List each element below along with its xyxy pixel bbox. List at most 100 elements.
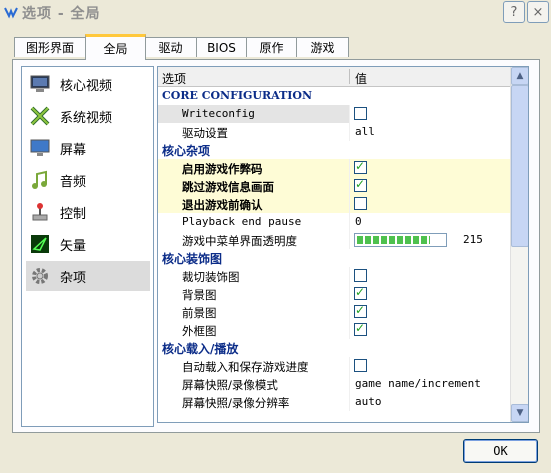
column-header-option[interactable]: 选项 bbox=[162, 70, 186, 87]
options-table: 选项 值 CORE CONFIGURATION Writeconfig 驱动设置 al… bbox=[157, 66, 529, 423]
vector-icon bbox=[29, 233, 51, 255]
category-label: 核心装饰图 bbox=[162, 252, 223, 266]
checkmark-icon: ✓ bbox=[355, 321, 366, 335]
table-header: 选项 值 bbox=[158, 67, 510, 87]
option-row[interactable]: 自动载入和保存游戏进度 bbox=[158, 357, 510, 375]
close-icon: × bbox=[532, 4, 544, 20]
option-checkbox[interactable]: ✓ bbox=[354, 285, 367, 300]
sidebar-item-label: 核心视频 bbox=[60, 78, 113, 94]
tab-6[interactable]: 游戏 bbox=[296, 37, 349, 57]
option-row[interactable]: 裁切装饰图 bbox=[158, 267, 510, 285]
checkmark-icon: ✓ bbox=[355, 285, 366, 299]
scroll-down-button[interactable]: ▼ bbox=[511, 404, 528, 422]
option-label: 退出游戏前确认 bbox=[182, 198, 263, 212]
gear-icon bbox=[29, 265, 51, 287]
category-row[interactable]: 核心载入/播放 bbox=[158, 339, 510, 357]
tab-3[interactable]: 驱动 bbox=[142, 37, 199, 57]
sidebar-item-7[interactable]: 杂项 bbox=[26, 261, 150, 291]
slider-value: 215 bbox=[463, 233, 483, 246]
cell-divider bbox=[349, 321, 350, 339]
checkmark-icon: ✓ bbox=[355, 303, 366, 317]
option-row[interactable]: 屏幕快照/录像分辨率 auto bbox=[158, 393, 510, 411]
option-row[interactable]: 前景图 ✓ bbox=[158, 303, 510, 321]
music-note-icon bbox=[29, 169, 51, 191]
option-row[interactable]: 驱动设置 all bbox=[158, 123, 510, 141]
option-label: Playback end pause bbox=[182, 215, 302, 228]
sidebar-item-2[interactable]: 系统视频 bbox=[26, 101, 150, 131]
option-row[interactable]: 屏幕快照/录像模式 game name/increment bbox=[158, 375, 510, 393]
option-checkbox[interactable]: ✓ bbox=[354, 159, 367, 174]
option-row[interactable]: 退出游戏前确认 bbox=[158, 195, 510, 213]
cell-divider bbox=[349, 393, 350, 411]
option-checkbox[interactable] bbox=[354, 359, 367, 372]
title-bar: 选项 - 全局 ? × bbox=[0, 0, 551, 24]
tab-4[interactable]: BIOS bbox=[196, 37, 247, 57]
sidebar-item-6[interactable]: 矢量 bbox=[26, 229, 150, 259]
category-row[interactable]: 核心装饰图 bbox=[158, 249, 510, 267]
option-checkbox[interactable] bbox=[354, 269, 367, 282]
sidebar-item-5[interactable]: 控制 bbox=[26, 197, 150, 227]
option-value[interactable]: auto bbox=[355, 395, 382, 408]
ok-button[interactable]: OK bbox=[463, 439, 538, 463]
sidebar-item-4[interactable]: 音频 bbox=[26, 165, 150, 195]
cell-divider bbox=[349, 285, 350, 303]
opacity-slider[interactable] bbox=[354, 233, 447, 247]
option-row[interactable]: Writeconfig bbox=[158, 105, 510, 123]
sidebar-item-label: 系统视频 bbox=[60, 110, 113, 126]
option-row[interactable]: 跳过游戏信息画面 ✓ bbox=[158, 177, 510, 195]
option-checkbox[interactable]: ✓ bbox=[354, 321, 367, 336]
screen-icon bbox=[29, 137, 51, 159]
cell-divider bbox=[349, 375, 350, 393]
category-label: 核心杂项 bbox=[162, 144, 211, 158]
joystick-icon bbox=[29, 201, 51, 223]
tab-5[interactable]: 原作 bbox=[246, 37, 297, 57]
chevron-up-icon: ▲ bbox=[516, 71, 524, 81]
category-label: 核心载入/播放 bbox=[162, 342, 239, 356]
cell-divider bbox=[349, 213, 350, 231]
window-title: 选项 - 全局 bbox=[22, 6, 101, 22]
close-button[interactable]: × bbox=[527, 1, 549, 23]
option-checkbox[interactable] bbox=[354, 107, 367, 120]
tab-2[interactable]: 全局 bbox=[85, 34, 146, 60]
category-label: CORE CONFIGURATION bbox=[162, 89, 313, 102]
scroll-thumb[interactable] bbox=[511, 85, 528, 247]
option-row[interactable]: 背景图 ✓ bbox=[158, 285, 510, 303]
option-label: 屏幕快照/录像分辨率 bbox=[182, 396, 290, 410]
tab-1[interactable]: 图形界面 bbox=[14, 37, 86, 57]
column-header-value[interactable]: 值 bbox=[355, 70, 367, 87]
option-row[interactable]: 外框图 ✓ bbox=[158, 321, 510, 339]
sidebar-item-label: 矢量 bbox=[60, 238, 87, 254]
help-icon: ? bbox=[510, 4, 518, 20]
category-sidebar: 核心视频系统视频屏幕 音频控制矢量杂项 bbox=[21, 66, 154, 427]
option-value[interactable]: all bbox=[355, 125, 375, 138]
option-label: Writeconfig bbox=[182, 107, 255, 120]
option-label: 游戏中菜单界面透明度 bbox=[182, 234, 297, 248]
column-divider[interactable] bbox=[349, 69, 350, 84]
option-label: 裁切装饰图 bbox=[182, 270, 240, 284]
option-value[interactable]: 0 bbox=[355, 215, 362, 228]
cell-divider bbox=[349, 357, 350, 375]
scroll-up-button[interactable]: ▲ bbox=[511, 67, 528, 85]
option-value[interactable]: game name/increment bbox=[355, 377, 481, 390]
cell-divider bbox=[349, 177, 350, 195]
vertical-scrollbar[interactable]: ▲ ▼ bbox=[510, 67, 528, 422]
option-label: 背景图 bbox=[182, 288, 217, 302]
option-label: 跳过游戏信息画面 bbox=[182, 180, 274, 194]
category-row[interactable]: CORE CONFIGURATION bbox=[158, 87, 510, 105]
option-label: 驱动设置 bbox=[182, 126, 228, 140]
slider-fill bbox=[357, 236, 430, 244]
option-row[interactable]: 启用游戏作弊码 ✓ bbox=[158, 159, 510, 177]
category-row[interactable]: 核心杂项 bbox=[158, 141, 510, 159]
option-checkbox[interactable]: ✓ bbox=[354, 303, 367, 318]
option-row[interactable]: Playback end pause 0 bbox=[158, 213, 510, 231]
option-checkbox[interactable]: ✓ bbox=[354, 177, 367, 192]
sidebar-item-label: 控制 bbox=[60, 206, 87, 222]
help-button[interactable]: ? bbox=[503, 1, 525, 23]
option-checkbox[interactable] bbox=[354, 197, 367, 210]
cell-divider bbox=[349, 231, 350, 249]
option-row[interactable]: 游戏中菜单界面透明度 215 bbox=[158, 231, 510, 249]
option-label: 外框图 bbox=[182, 324, 217, 338]
sidebar-item-1[interactable]: 核心视频 bbox=[26, 69, 150, 99]
x-logo-icon bbox=[29, 105, 51, 127]
sidebar-item-3[interactable]: 屏幕 bbox=[26, 133, 150, 163]
